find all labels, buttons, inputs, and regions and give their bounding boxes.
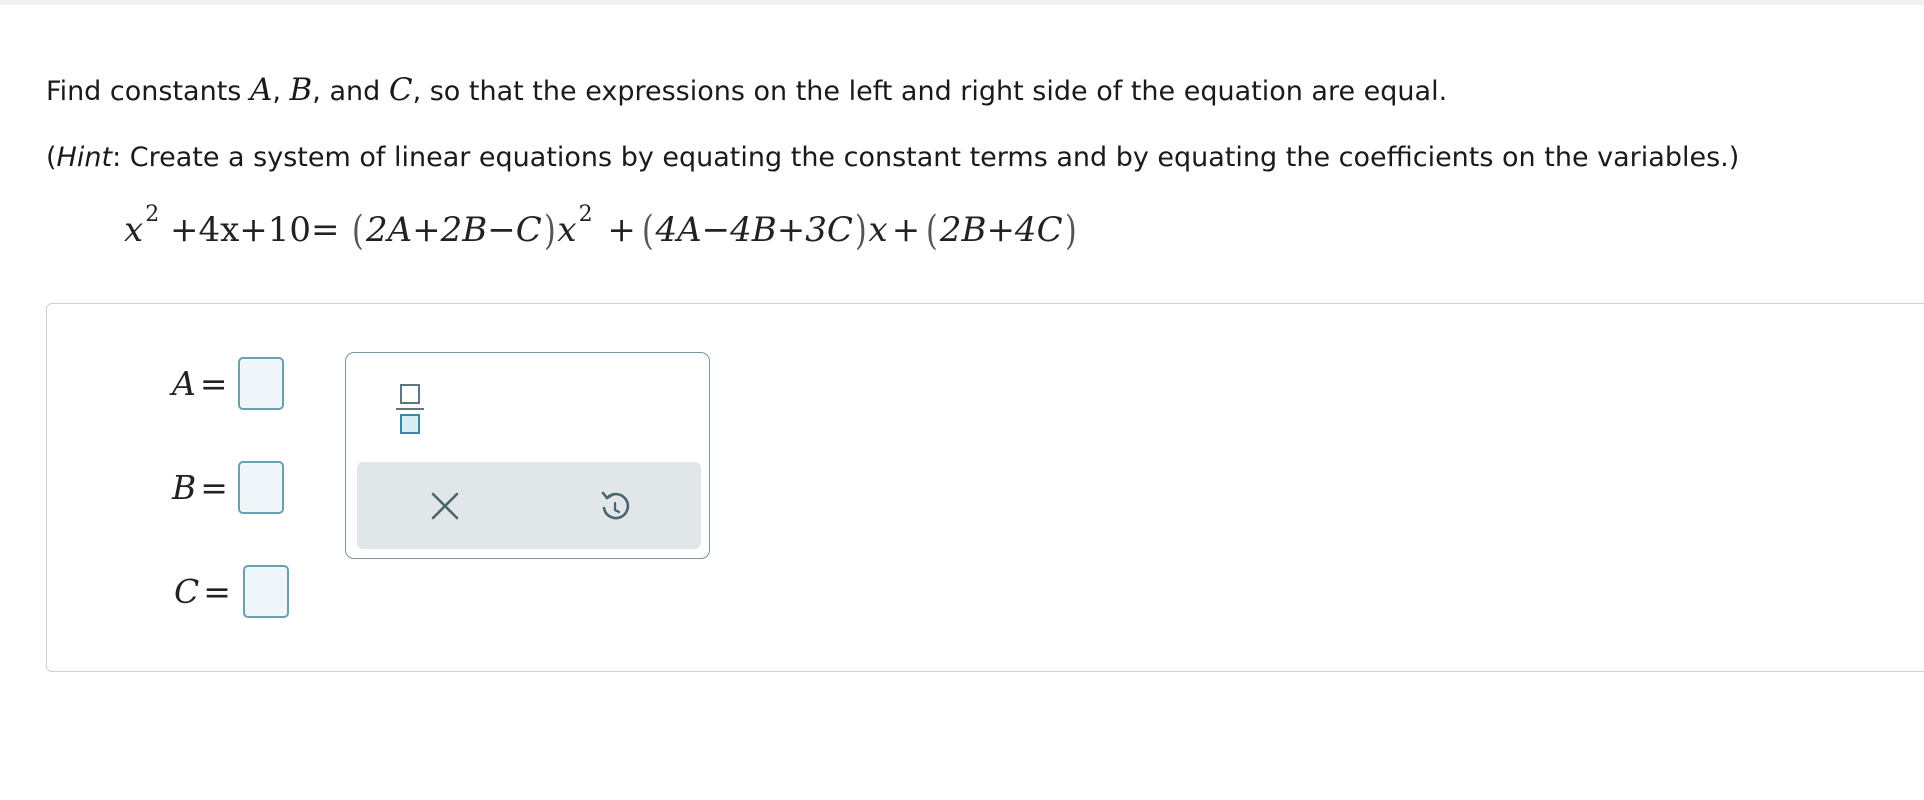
math-palette: [345, 352, 710, 559]
question-sep-2: , and: [312, 76, 389, 107]
answer-row-c: C =: [174, 565, 289, 618]
fraction-button[interactable]: [392, 379, 428, 439]
eq-paren-close-1: ): [543, 208, 556, 254]
eq-term-1: 2A+2B−C: [365, 210, 542, 250]
eq-plus-1: +: [607, 210, 636, 250]
eq-term-2-var: x: [868, 210, 888, 250]
answer-label-a: A =: [172, 364, 228, 403]
eq-paren-close-2: ): [854, 208, 867, 254]
question-sep-1: ,: [272, 76, 290, 107]
answer-equals-b: =: [200, 468, 228, 507]
answer-input-b[interactable]: [237, 461, 284, 514]
hint-body: : Create a system of linear equations by…: [112, 142, 1740, 173]
eq-paren-open-2: (: [641, 208, 654, 254]
eq-term-1-exponent: 2: [578, 201, 593, 227]
clear-icon: [431, 492, 459, 520]
answer-input-a[interactable]: [237, 357, 284, 410]
equation: x2 +4x+10= (2A+2B−C)x2 + (4A−4B+3C)x + (2B+…: [124, 202, 1078, 254]
palette-action-bar: [357, 462, 701, 549]
undo-icon: [601, 491, 630, 520]
answer-panel: [46, 303, 1924, 672]
answer-equals-a: =: [199, 364, 228, 403]
answer-var-c: C: [174, 572, 200, 611]
answer-input-c[interactable]: [242, 565, 289, 618]
clear-button[interactable]: [423, 484, 467, 528]
hint-open: (: [46, 142, 57, 173]
eq-lhs-x: x: [124, 210, 144, 250]
answer-label-c: C =: [174, 572, 231, 611]
question-var-b: B: [289, 72, 313, 108]
answer-var-b: B: [172, 468, 197, 507]
question-prefix: Find constants: [46, 76, 250, 107]
question-var-c: C: [388, 72, 413, 108]
eq-paren-open-1: (: [352, 208, 365, 254]
eq-paren-close-3: ): [1064, 208, 1077, 254]
question-text: Find constants A, B, and C, so that the …: [46, 72, 1447, 108]
question-suffix: , so that the expressions on the left an…: [412, 76, 1448, 107]
eq-term-1-var: x: [557, 210, 577, 250]
undo-button[interactable]: [593, 484, 637, 528]
answer-equals-c: =: [203, 572, 231, 611]
top-strip: [0, 0, 1924, 5]
eq-term-3: 2B+4C: [939, 210, 1063, 250]
eq-lhs-exponent: 2: [145, 201, 160, 227]
eq-plus-2: +: [891, 210, 921, 250]
eq-paren-open-3: (: [926, 208, 938, 254]
answer-label-b: B =: [172, 468, 228, 507]
hint-text: (Hint: Create a system of linear equatio…: [46, 142, 1739, 173]
hint-label: Hint: [56, 142, 113, 173]
answer-var-a: A: [172, 364, 196, 403]
fraction-icon: [396, 384, 424, 434]
answer-row-a: A =: [172, 357, 284, 410]
answer-row-b: B =: [172, 461, 284, 514]
eq-term-2: 4A−4B+3C: [655, 210, 853, 250]
question-var-a: A: [249, 72, 273, 108]
eq-lhs-rest: +4x+10=: [170, 210, 340, 250]
